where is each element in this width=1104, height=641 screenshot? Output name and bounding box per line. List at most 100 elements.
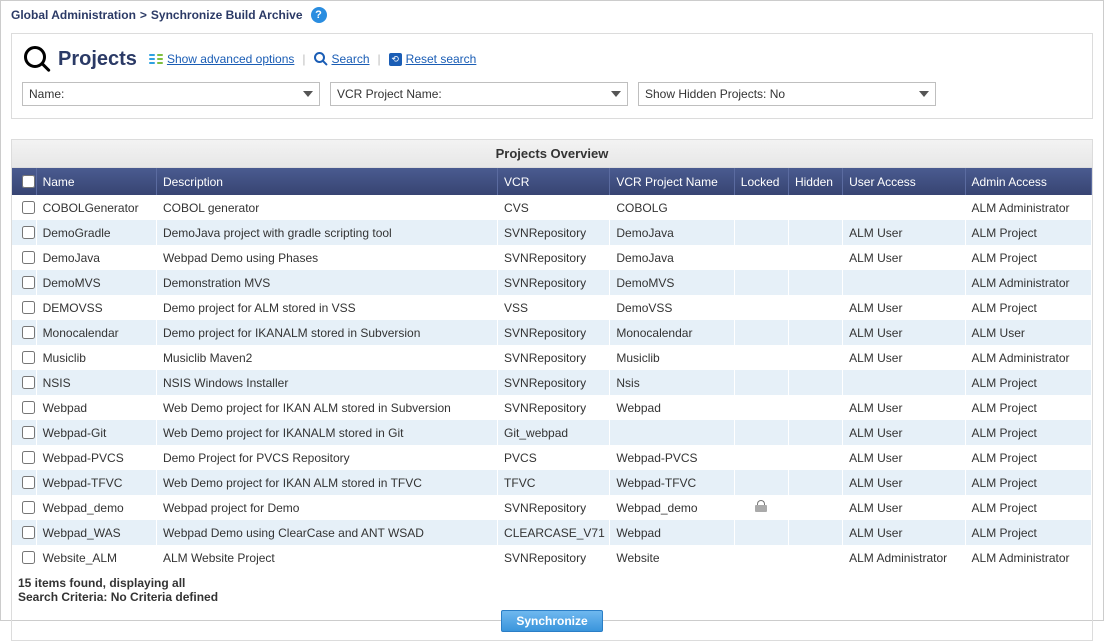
col-name[interactable]: Name — [36, 168, 156, 195]
row-checkbox[interactable] — [22, 226, 35, 239]
row-checkbox-cell[interactable] — [12, 245, 36, 270]
cell-name: Webpad_demo — [36, 495, 156, 520]
table-row[interactable]: MusiclibMusiclib Maven2SVNRepositoryMusi… — [12, 345, 1092, 370]
table-row[interactable]: DemoGradleDemoJava project with gradle s… — [12, 220, 1092, 245]
row-checkbox-cell[interactable] — [12, 545, 36, 570]
select-all-checkbox[interactable] — [22, 175, 35, 188]
select-all-header[interactable] — [12, 168, 36, 195]
chevron-down-icon — [919, 91, 929, 97]
cell-vcr-project: DemoJava — [610, 220, 734, 245]
separator: | — [302, 52, 305, 66]
cell-vcr-project: DemoJava — [610, 245, 734, 270]
row-checkbox-cell[interactable] — [12, 270, 36, 295]
row-checkbox-cell[interactable] — [12, 220, 36, 245]
cell-hidden — [788, 245, 842, 270]
col-vcr-project[interactable]: VCR Project Name — [610, 168, 734, 195]
table-row[interactable]: Webpad-GitWeb Demo project for IKANALM s… — [12, 420, 1092, 445]
col-description[interactable]: Description — [156, 168, 497, 195]
show-hidden-combo[interactable]: Show Hidden Projects: No — [638, 82, 936, 106]
row-checkbox[interactable] — [22, 401, 35, 414]
row-checkbox[interactable] — [22, 376, 35, 389]
search-link[interactable]: Search — [332, 52, 370, 66]
synchronize-button[interactable]: Synchronize — [501, 610, 602, 632]
row-checkbox[interactable] — [22, 301, 35, 314]
cell-admin-access: ALM Administrator — [965, 195, 1091, 220]
cell-hidden — [788, 220, 842, 245]
col-vcr[interactable]: VCR — [498, 168, 610, 195]
col-locked[interactable]: Locked — [734, 168, 788, 195]
row-checkbox-cell[interactable] — [12, 195, 36, 220]
row-checkbox-cell[interactable] — [12, 420, 36, 445]
cell-vcr-project: Website — [610, 545, 734, 570]
table-row[interactable]: COBOLGeneratorCOBOL generatorCVSCOBOLGAL… — [12, 195, 1092, 220]
row-checkbox-cell[interactable] — [12, 370, 36, 395]
vcr-project-filter-label: VCR Project Name: — [337, 87, 442, 101]
row-checkbox-cell[interactable] — [12, 295, 36, 320]
row-checkbox-cell[interactable] — [12, 520, 36, 545]
cell-vcr-project: Webpad — [610, 520, 734, 545]
row-checkbox[interactable] — [22, 526, 35, 539]
cell-user-access — [843, 370, 965, 395]
table-row[interactable]: Webpad-TFVCWeb Demo project for IKAN ALM… — [12, 470, 1092, 495]
table-row[interactable]: Website_ALMALM Website ProjectSVNReposit… — [12, 545, 1092, 570]
row-checkbox-cell[interactable] — [12, 395, 36, 420]
breadcrumb-section[interactable]: Global Administration — [11, 8, 136, 22]
vcr-project-filter-combo[interactable]: VCR Project Name: — [330, 82, 628, 106]
row-checkbox[interactable] — [22, 426, 35, 439]
row-checkbox[interactable] — [22, 351, 35, 364]
table-row[interactable]: Webpad_WASWebpad Demo using ClearCase an… — [12, 520, 1092, 545]
row-checkbox-cell[interactable] — [12, 470, 36, 495]
reset-search-link[interactable]: Reset search — [406, 52, 477, 66]
cell-name: Webpad-Git — [36, 420, 156, 445]
table-row[interactable]: NSISNSIS Windows InstallerSVNRepositoryN… — [12, 370, 1092, 395]
table-title: Projects Overview — [12, 140, 1092, 168]
row-checkbox-cell[interactable] — [12, 445, 36, 470]
cell-name: Webpad-TFVC — [36, 470, 156, 495]
breadcrumb-separator: > — [140, 8, 147, 22]
row-checkbox-cell[interactable] — [12, 345, 36, 370]
table-row[interactable]: DemoJavaWebpad Demo using PhasesSVNRepos… — [12, 245, 1092, 270]
col-hidden[interactable]: Hidden — [788, 168, 842, 195]
cell-user-access: ALM User — [843, 220, 965, 245]
cell-vcr-project: Nsis — [610, 370, 734, 395]
cell-admin-access: ALM Project — [965, 445, 1091, 470]
row-checkbox[interactable] — [22, 501, 35, 514]
table-row[interactable]: DemoMVSDemonstration MVSSVNRepositoryDem… — [12, 270, 1092, 295]
row-checkbox[interactable] — [22, 326, 35, 339]
cell-name: Webpad-PVCS — [36, 445, 156, 470]
cell-name: Webpad_WAS — [36, 520, 156, 545]
table-row[interactable]: MonocalendarDemo project for IKANALM sto… — [12, 320, 1092, 345]
table-row[interactable]: WebpadWeb Demo project for IKAN ALM stor… — [12, 395, 1092, 420]
row-checkbox[interactable] — [22, 476, 35, 489]
cell-user-access: ALM User — [843, 295, 965, 320]
panel-title: Projects — [58, 48, 137, 71]
table-row[interactable]: DEMOVSSDemo project for ALM stored in VS… — [12, 295, 1092, 320]
advanced-options-link[interactable]: Show advanced options — [167, 52, 294, 66]
row-checkbox[interactable] — [22, 251, 35, 264]
cell-hidden — [788, 520, 842, 545]
show-hidden-label: Show Hidden Projects: No — [645, 87, 785, 101]
row-checkbox[interactable] — [22, 276, 35, 289]
table-row[interactable]: Webpad-PVCSDemo Project for PVCS Reposit… — [12, 445, 1092, 470]
col-user-access[interactable]: User Access — [843, 168, 965, 195]
table-row[interactable]: Webpad_demoWebpad project for DemoSVNRep… — [12, 495, 1092, 520]
chevron-down-icon — [303, 91, 313, 97]
row-checkbox-cell[interactable] — [12, 320, 36, 345]
cell-locked — [734, 220, 788, 245]
row-checkbox[interactable] — [22, 551, 35, 564]
cell-locked — [734, 395, 788, 420]
cell-admin-access: ALM Administrator — [965, 270, 1091, 295]
name-filter-combo[interactable]: Name: — [22, 82, 320, 106]
col-admin-access[interactable]: Admin Access — [965, 168, 1091, 195]
cell-vcr: CVS — [498, 195, 610, 220]
help-icon[interactable]: ? — [311, 7, 327, 23]
cell-admin-access: ALM Project — [965, 470, 1091, 495]
cell-hidden — [788, 445, 842, 470]
row-checkbox-cell[interactable] — [12, 495, 36, 520]
row-checkbox[interactable] — [22, 451, 35, 464]
cell-description: DemoJava project with gradle scripting t… — [156, 220, 497, 245]
row-checkbox[interactable] — [22, 201, 35, 214]
cell-vcr-project: DemoMVS — [610, 270, 734, 295]
cell-admin-access: ALM Project — [965, 495, 1091, 520]
cell-hidden — [788, 370, 842, 395]
